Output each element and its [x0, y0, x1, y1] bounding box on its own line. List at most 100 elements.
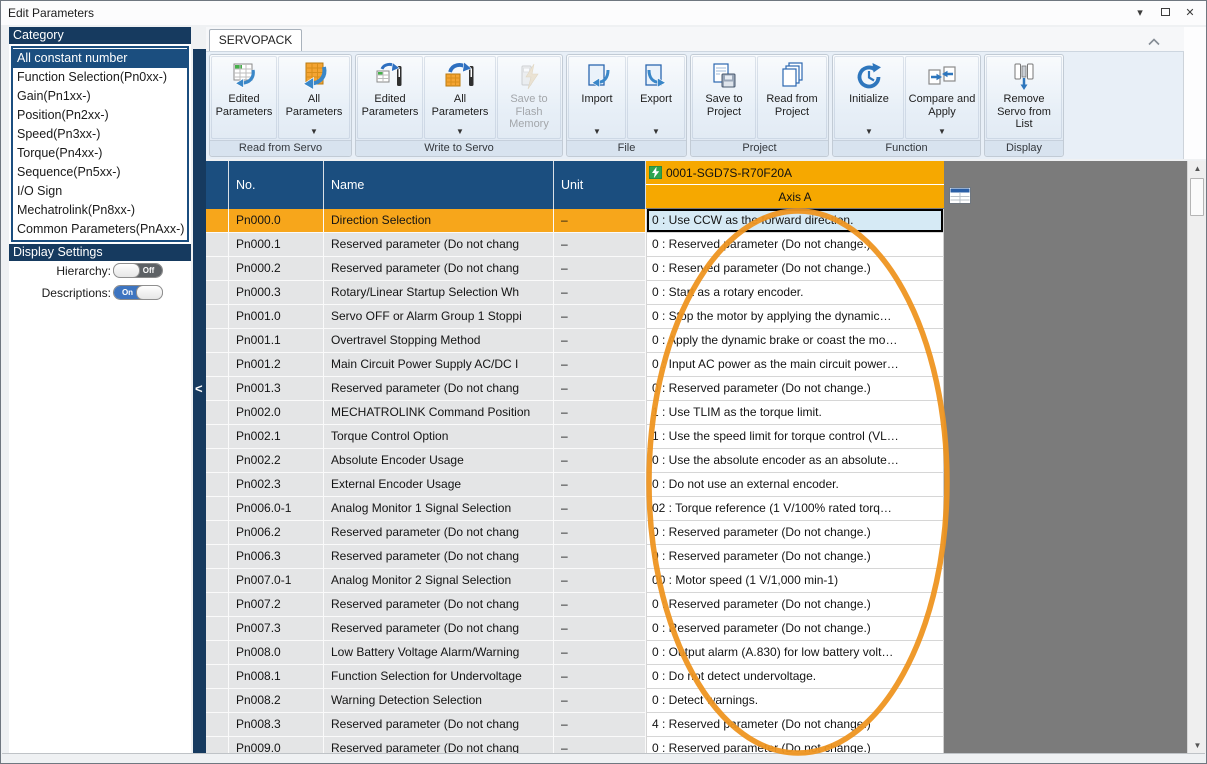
category-list-item[interactable]: Sequence(Pn5xx-) [13, 163, 187, 182]
parameter-no-cell: Pn000.3 [229, 281, 324, 305]
parameter-value-cell[interactable]: 0 : Start as a rotary encoder. [646, 281, 944, 305]
vertical-scrollbar[interactable]: ▲ ▼ [1187, 161, 1206, 753]
parameter-value-cell[interactable]: 0 : Reserved parameter (Do not change.) [646, 257, 944, 281]
toggle-knob [136, 285, 163, 300]
parameter-value-cell[interactable]: 0 : Reserved parameter (Do not change.) [646, 233, 944, 257]
category-list-item[interactable]: Common Parameters(PnAxx-) [13, 220, 187, 239]
parameter-value-cell[interactable]: 0 : Output alarm (A.830) for low battery… [646, 641, 944, 665]
read-edited-parameters-icon [228, 60, 260, 93]
table-row[interactable]: Pn008.2 Warning Detection Selection – 0 … [206, 689, 944, 713]
window-menu-icon[interactable]: ▾ [1132, 4, 1148, 20]
parameter-value-cell[interactable]: 0 : Reserved parameter (Do not change.) [646, 593, 944, 617]
parameter-name-cell: Reserved parameter (Do not chang [324, 593, 554, 617]
parameter-value-cell[interactable]: 0 : Use the absolute encoder as an absol… [646, 449, 944, 473]
parameter-value-cell[interactable]: 0 : Do not detect undervoltage. [646, 665, 944, 689]
table-row[interactable]: Pn006.3 Reserved parameter (Do not chang… [206, 545, 944, 569]
parameter-value-cell[interactable]: 00 : Motor speed (1 V/1,000 min-1) [646, 569, 944, 593]
parameter-value-cell[interactable]: 0 : Reserved parameter (Do not change.) [646, 545, 944, 569]
hierarchy-toggle[interactable]: Off [113, 263, 163, 278]
table-row[interactable]: Pn006.0-1 Analog Monitor 1 Signal Select… [206, 497, 944, 521]
parameter-value-cell[interactable]: 0 : Reserved parameter (Do not change.) [646, 521, 944, 545]
axis-display-selection-icon[interactable] [949, 187, 971, 204]
button-label: Read from Project [760, 93, 824, 118]
parameter-no-cell: Pn001.1 [229, 329, 324, 353]
parameter-value-cell[interactable]: 1 : Use TLIM as the torque limit. [646, 401, 944, 425]
table-row[interactable]: Pn007.2 Reserved parameter (Do not chang… [206, 593, 944, 617]
parameter-value-cell[interactable]: 02 : Torque reference (1 V/100% rated to… [646, 497, 944, 521]
table-row[interactable]: Pn008.3 Reserved parameter (Do not chang… [206, 713, 944, 737]
parameter-value-cell[interactable]: 0 : Input AC power as the main circuit p… [646, 353, 944, 377]
parameter-value-cell[interactable]: 0 : Reserved parameter (Do not change.) [646, 737, 944, 753]
category-list-item[interactable]: Speed(Pn3xx-) [13, 125, 187, 144]
table-row[interactable]: Pn002.2 Absolute Encoder Usage – 0 : Use… [206, 449, 944, 473]
dropdown-arrow-icon[interactable]: ▼ [652, 127, 660, 136]
initialize-button[interactable]: Initialize ▼ [834, 56, 904, 139]
save-to-project-button[interactable]: Save to Project [692, 56, 756, 139]
table-row[interactable]: Pn001.2 Main Circuit Power Supply AC/DC … [206, 353, 944, 377]
scroll-down-icon[interactable]: ▼ [1188, 738, 1207, 753]
dropdown-arrow-icon[interactable]: ▼ [310, 127, 318, 136]
compare-and-apply-button[interactable]: Compare and Apply ▼ [905, 56, 979, 139]
remove-servo-from-list-button[interactable]: Remove Servo from List [986, 56, 1062, 139]
parameter-value-cell[interactable]: 0 : Detect warnings. [646, 689, 944, 713]
save-to-flash-memory-button[interactable]: Save to Flash Memory [497, 56, 561, 139]
read-from-project-button[interactable]: Read from Project [757, 56, 827, 139]
maximize-button[interactable] [1157, 4, 1173, 20]
window-title: Edit Parameters [8, 6, 94, 20]
table-row[interactable]: Pn000.1 Reserved parameter (Do not chang… [206, 233, 944, 257]
descriptions-toggle[interactable]: On [113, 285, 163, 300]
parameter-value-cell[interactable]: 0 : Reserved parameter (Do not change.) [646, 617, 944, 641]
parameter-value-cell[interactable]: 1 : Use the speed limit for torque contr… [646, 425, 944, 449]
table-row[interactable]: Pn000.2 Reserved parameter (Do not chang… [206, 257, 944, 281]
parameter-value-cell[interactable]: 0 : Apply the dynamic brake or coast the… [646, 329, 944, 353]
parameter-value-cell[interactable]: 4 : Reserved parameter (Do not change.) [646, 713, 944, 737]
servopack-online-icon [649, 166, 662, 179]
table-row[interactable]: Pn000.0 Direction Selection – 0 : Use CC… [206, 209, 944, 233]
dropdown-arrow-icon[interactable]: ▼ [938, 127, 946, 136]
table-body: Pn000.0 Direction Selection – 0 : Use CC… [206, 209, 944, 753]
table-row[interactable]: Pn001.1 Overtravel Stopping Method – 0 :… [206, 329, 944, 353]
category-list-item[interactable]: All constant number [13, 49, 187, 68]
dropdown-arrow-icon[interactable]: ▼ [456, 127, 464, 136]
parameter-value-cell[interactable]: 0 : Use CCW as the forward direction. [646, 209, 944, 233]
panel-splitter[interactable]: < [193, 49, 206, 753]
read-edited-parameters-button[interactable]: Edited Parameters [211, 56, 277, 139]
table-row[interactable]: Pn001.0 Servo OFF or Alarm Group 1 Stopp… [206, 305, 944, 329]
table-row[interactable]: Pn006.2 Reserved parameter (Do not chang… [206, 521, 944, 545]
category-list-item[interactable]: Position(Pn2xx-) [13, 106, 187, 125]
dropdown-arrow-icon[interactable]: ▼ [865, 127, 873, 136]
parameter-value-cell[interactable]: 0 : Reserved parameter (Do not change.) [646, 377, 944, 401]
import-button[interactable]: Import ▼ [568, 56, 626, 139]
category-list-item[interactable]: Torque(Pn4xx-) [13, 144, 187, 163]
group-label: File [567, 140, 686, 156]
table-row[interactable]: Pn007.0-1 Analog Monitor 2 Signal Select… [206, 569, 944, 593]
close-button[interactable]: ✕ [1182, 4, 1198, 20]
tab-servopack[interactable]: SERVOPACK [209, 29, 302, 51]
scroll-up-icon[interactable]: ▲ [1188, 161, 1207, 176]
parameter-value-cell[interactable]: 0 : Do not use an external encoder. [646, 473, 944, 497]
collapse-ribbon-icon[interactable] [1147, 33, 1163, 45]
export-button[interactable]: Export ▼ [627, 56, 685, 139]
table-row[interactable]: Pn007.3 Reserved parameter (Do not chang… [206, 617, 944, 641]
parameter-value-cell[interactable]: 0 : Stop the motor by applying the dynam… [646, 305, 944, 329]
category-list-item[interactable]: Gain(Pn1xx-) [13, 87, 187, 106]
table-row[interactable]: Pn000.3 Rotary/Linear Startup Selection … [206, 281, 944, 305]
category-list-item[interactable]: I/O Sign [13, 182, 187, 201]
read-all-parameters-button[interactable]: All Parameters ▼ [278, 56, 350, 139]
write-edited-parameters-button[interactable]: Edited Parameters [357, 56, 423, 139]
dropdown-arrow-icon[interactable]: ▼ [593, 127, 601, 136]
parameter-no-cell: Pn006.2 [229, 521, 324, 545]
table-row[interactable]: Pn002.3 External Encoder Usage – 0 : Do … [206, 473, 944, 497]
table-row[interactable]: Pn002.1 Torque Control Option – 1 : Use … [206, 425, 944, 449]
category-list-item[interactable]: Function Selection(Pn0xx-) [13, 68, 187, 87]
parameter-unit-cell: – [554, 329, 646, 353]
category-list-item[interactable]: Mechatrolink(Pn8xx-) [13, 201, 187, 220]
table-row[interactable]: Pn001.3 Reserved parameter (Do not chang… [206, 377, 944, 401]
table-row[interactable]: Pn002.0 MECHATROLINK Command Position – … [206, 401, 944, 425]
write-all-parameters-button[interactable]: All Parameters ▼ [424, 56, 496, 139]
collapse-panel-icon[interactable]: < [195, 381, 203, 396]
table-row[interactable]: Pn008.1 Function Selection for Undervolt… [206, 665, 944, 689]
scrollbar-thumb[interactable] [1190, 178, 1204, 216]
table-row[interactable]: Pn009.0 Reserved parameter (Do not chang… [206, 737, 944, 753]
table-row[interactable]: Pn008.0 Low Battery Voltage Alarm/Warnin… [206, 641, 944, 665]
